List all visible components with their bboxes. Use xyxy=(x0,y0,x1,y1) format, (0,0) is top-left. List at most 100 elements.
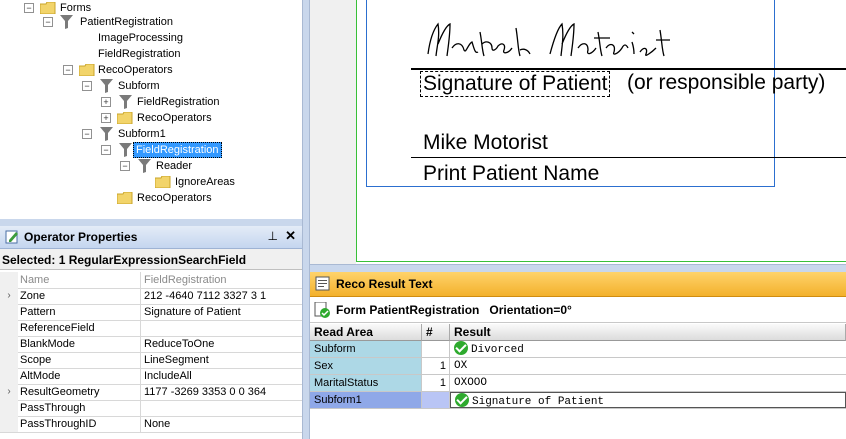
result-row[interactable]: Sex 1 OX xyxy=(310,358,846,375)
signature-label-rest: (or responsible party) xyxy=(627,71,826,94)
property-row[interactable]: Scope LineSegment xyxy=(0,352,302,369)
tree-node-label: Reader xyxy=(156,160,193,172)
folder-icon xyxy=(117,112,133,124)
read-area-cell: Sex xyxy=(310,358,422,374)
filter-icon xyxy=(138,159,151,173)
close-icon[interactable]: ✕ xyxy=(285,228,296,244)
printed-patient-name: Mike Motorist xyxy=(423,131,548,154)
collapse-icon[interactable]: − xyxy=(63,65,73,75)
property-value[interactable] xyxy=(144,400,300,416)
row-gutter xyxy=(0,400,18,416)
filter-icon xyxy=(119,143,132,157)
column-header-count[interactable]: # xyxy=(422,324,450,341)
result-row[interactable]: MaritalStatus 1 OXOOO xyxy=(310,375,846,392)
property-value[interactable]: Signature of Patient xyxy=(144,304,300,320)
form-summary-row: Form PatientRegistration Orientation=0° xyxy=(310,298,846,323)
property-name: Name xyxy=(20,272,141,288)
name-line xyxy=(411,157,846,158)
tree-node-label: RecoOperators xyxy=(98,64,173,76)
row-gutter xyxy=(0,416,18,432)
reco-result-header: Reco Result Text xyxy=(310,272,846,297)
property-name: PassThroughID xyxy=(20,416,141,432)
property-name: AltMode xyxy=(20,368,141,384)
result-cell: OXOOO xyxy=(450,375,846,391)
property-row[interactable]: ReferenceField xyxy=(0,320,302,337)
panel-title: Reco Result Text xyxy=(336,277,433,291)
result-cell: Signature of Patient xyxy=(450,392,846,408)
property-value[interactable]: FieldRegistration xyxy=(144,272,300,288)
form-boundary-line xyxy=(356,261,846,262)
form-icon xyxy=(314,302,330,318)
result-row[interactable]: Subform1 Signature of Patient xyxy=(310,392,846,409)
tree-node-label: RecoOperators xyxy=(137,192,212,204)
tree-node-label: FieldRegistration xyxy=(98,48,181,60)
property-value[interactable]: None xyxy=(144,416,300,432)
read-area-cell: Subform xyxy=(310,341,422,357)
result-row[interactable]: Subform Divorced xyxy=(310,341,846,358)
collapse-icon[interactable]: − xyxy=(120,161,130,171)
property-row[interactable]: Pattern Signature of Patient xyxy=(0,304,302,321)
collapse-icon[interactable]: − xyxy=(101,145,111,155)
count-cell xyxy=(422,341,450,357)
property-row[interactable]: PassThroughID None xyxy=(0,416,302,433)
panel-title: Operator Properties xyxy=(24,230,138,244)
property-grid[interactable]: Name FieldRegistration › Zone 212 -4640 7112… xyxy=(0,272,302,439)
horizontal-splitter[interactable] xyxy=(310,264,846,272)
column-header-result[interactable]: Result xyxy=(450,324,846,341)
property-row[interactable]: › Zone 212 -4640 7112 3327 3 1 xyxy=(0,288,302,305)
property-value[interactable]: ReduceToOne xyxy=(144,336,300,352)
property-name: PassThrough xyxy=(20,400,141,416)
tree-node-label: FieldRegistration xyxy=(137,96,220,108)
property-value[interactable] xyxy=(144,320,300,336)
operator-properties-header: Operator Properties ⊥ ✕ xyxy=(0,226,302,249)
property-row[interactable]: PassThrough xyxy=(0,400,302,417)
property-row[interactable]: Name FieldRegistration xyxy=(0,272,302,289)
orientation: Orientation=0° xyxy=(489,303,572,317)
property-value[interactable]: 1177 -3269 3353 0 0 364 xyxy=(144,384,300,400)
collapse-icon[interactable]: − xyxy=(24,3,34,13)
horizontal-splitter[interactable] xyxy=(0,219,302,226)
row-gutter xyxy=(0,336,18,352)
property-name: Scope xyxy=(20,352,141,368)
expand-arrow-icon[interactable]: › xyxy=(0,384,18,400)
collapse-icon[interactable]: − xyxy=(43,17,53,27)
tree-node-label: Forms xyxy=(60,2,92,14)
property-value[interactable]: 212 -4640 7112 3327 3 1 xyxy=(144,288,300,304)
folder-icon xyxy=(155,176,171,188)
property-row[interactable]: AltMode IncludeAll xyxy=(0,368,302,385)
folder-icon xyxy=(79,64,95,76)
row-gutter xyxy=(0,320,18,336)
tree-node-label: PatientRegistration xyxy=(80,16,173,28)
folder-icon xyxy=(117,192,133,204)
column-header-read-area[interactable]: Read Area xyxy=(310,324,422,341)
pin-icon[interactable]: ⊥ xyxy=(268,229,278,243)
result-text: OXOOO xyxy=(454,377,488,389)
properties-icon xyxy=(5,230,18,244)
collapse-icon[interactable]: − xyxy=(82,129,92,139)
property-row[interactable]: BlankMode ReduceToOne xyxy=(0,336,302,353)
property-name: Pattern xyxy=(20,304,141,320)
filter-icon xyxy=(60,15,73,29)
count-cell xyxy=(422,392,450,408)
row-gutter xyxy=(0,368,18,384)
form-name: Form PatientRegistration xyxy=(336,303,480,317)
collapse-icon[interactable]: − xyxy=(82,81,92,91)
expand-icon[interactable]: + xyxy=(101,113,111,123)
tree-node-label: ImageProcessing xyxy=(98,32,183,44)
tree-node-label: Subform1 xyxy=(118,128,166,140)
tree-node-label: Subform xyxy=(118,80,160,92)
result-text: OX xyxy=(454,360,468,372)
property-name: ResultGeometry xyxy=(20,384,141,400)
expand-arrow-icon[interactable]: › xyxy=(0,288,18,304)
expand-icon[interactable]: + xyxy=(101,97,111,107)
property-name: BlankMode xyxy=(20,336,141,352)
tree-node-label: FieldRegistration xyxy=(133,142,222,158)
property-row[interactable]: › ResultGeometry 1177 -3269 3353 0 0 364 xyxy=(0,384,302,401)
forms-tree[interactable]: − Forms − PatientRegistration ImageProce… xyxy=(0,0,302,219)
property-value[interactable]: LineSegment xyxy=(144,352,300,368)
result-text-icon xyxy=(315,276,330,291)
read-area-cell: Subform1 xyxy=(310,392,422,408)
vertical-splitter[interactable] xyxy=(302,0,310,439)
signature-label-highlight[interactable]: Signature of Patient xyxy=(420,71,611,97)
property-value[interactable]: IncludeAll xyxy=(144,368,300,384)
